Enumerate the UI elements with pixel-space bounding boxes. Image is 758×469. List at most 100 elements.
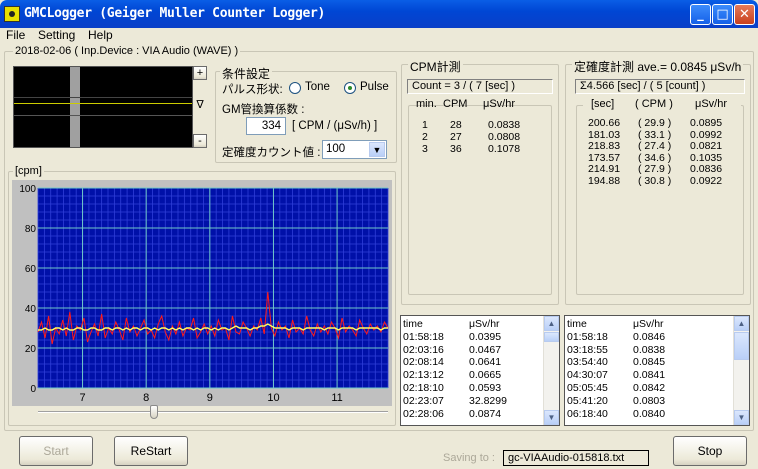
table-row: 06:18:40 0.0840 xyxy=(567,408,733,421)
window-title: GMCLogger (Geiger Muller Counter Logger) xyxy=(24,6,326,21)
table-row: 03:18:55 0.0838 xyxy=(567,344,733,357)
table-row: 01:58:18 0.0846 xyxy=(567,331,733,344)
time-slider-thumb[interactable] xyxy=(150,405,158,419)
time-slider-track xyxy=(38,411,388,413)
table-cell: 194.88 xyxy=(588,174,621,187)
scroll-up-icon[interactable]: ▲ xyxy=(544,316,559,331)
table-cell: 214.91 xyxy=(588,163,621,175)
table-row: 194.88 ( 30.8 ) 0.0922 xyxy=(586,175,744,188)
waveform-scope xyxy=(13,66,193,148)
table-cell: 3 xyxy=(422,143,428,155)
table-row: 02:13:12 0.0665 xyxy=(403,369,543,382)
table-cell: 200.66 xyxy=(588,117,621,129)
table-cell: 02:28:06 xyxy=(403,407,444,420)
table-cell: 0.0840 xyxy=(633,407,666,420)
start-button[interactable]: Start xyxy=(19,436,93,466)
x-tick-label: 9 xyxy=(207,392,213,404)
accuracy-summary: Σ4.566 [sec] / ( 5 [count] ) xyxy=(575,79,745,94)
table-cell: 0.0467 xyxy=(469,343,502,356)
radio-pulse-label[interactable]: Pulse xyxy=(360,81,389,93)
table-cell: 1 xyxy=(422,119,428,131)
accuracy-table-header: [sec] ( CPM ) μSv/hr xyxy=(583,98,741,111)
col-usvh: μSv/hr xyxy=(483,98,516,110)
table-cell: 02:08:14 xyxy=(403,356,444,369)
radio-pulse[interactable] xyxy=(344,82,356,94)
gm-factor-label: GM管換算係数 : xyxy=(222,104,305,116)
accuracy-title: 定確度計測 ave.= 0.0845 μSv/h xyxy=(572,58,744,75)
count-value-selected: 100 xyxy=(326,143,346,155)
log-list-1-scrollbar[interactable]: ▲ ▼ xyxy=(543,316,559,425)
radio-tone[interactable] xyxy=(289,82,301,94)
menu-setting[interactable]: Setting xyxy=(38,28,75,42)
restart-button[interactable]: ReStart xyxy=(114,436,188,466)
close-button[interactable]: ✕ xyxy=(734,4,755,25)
minimize-button[interactable]: _ xyxy=(690,4,711,25)
table-row: 05:41:20 0.0803 xyxy=(567,395,733,408)
table-cell: 36 xyxy=(450,143,462,155)
gm-factor-unit: [ CPM / (μSv/h) ] xyxy=(292,120,378,132)
table-cell: 181.03 xyxy=(588,128,621,141)
table-cell: 0.0874 xyxy=(469,407,502,420)
table-cell: 0.0593 xyxy=(469,382,502,394)
maximize-button[interactable]: □ xyxy=(712,4,733,25)
table-cell: ( 27.4 ) xyxy=(638,140,672,152)
scroll-up-icon[interactable]: ▲ xyxy=(734,316,749,331)
col-min: min. xyxy=(416,98,437,110)
table-row: 04:30:07 0.0841 xyxy=(567,369,733,382)
count-value-select[interactable]: 100 ▼ xyxy=(322,140,387,159)
table-row: 05:05:45 0.0842 xyxy=(567,382,733,395)
list-header-cell: time xyxy=(403,318,423,330)
table-cell: 0.0821 xyxy=(690,140,723,152)
table-cell: 0.0641 xyxy=(469,356,502,369)
cpm-count-display: Count = 3 / ( 7 [sec] ) xyxy=(407,79,553,94)
table-cell: 03:18:55 xyxy=(567,343,608,356)
table-cell: ( 34.6 ) xyxy=(638,151,672,164)
log-list-2[interactable]: time μSv/hr 01:58:18 0.0846 03:18:55 0.0838 03… xyxy=(564,315,750,426)
table-row: 03:54:40 0.0845 xyxy=(567,356,733,369)
x-tick-label: 7 xyxy=(79,392,85,404)
scroll-down-icon[interactable]: ▼ xyxy=(544,410,559,425)
list-header-cell: time xyxy=(567,318,587,330)
table-row: 3 36 0.1078 xyxy=(418,143,548,156)
table-cell: 01:58:18 xyxy=(567,330,608,343)
scroll-thumb[interactable] xyxy=(544,332,559,342)
table-row: 02:08:14 0.0641 xyxy=(403,356,543,369)
table-cell: 0.0922 xyxy=(690,174,723,187)
scroll-down-icon[interactable]: ▼ xyxy=(734,410,749,425)
table-cell: 0.0838 xyxy=(633,343,666,356)
radio-tone-label[interactable]: Tone xyxy=(305,81,330,93)
table-row: 02:23:07 32.8299 xyxy=(403,395,543,408)
list-header-cell: μSv/hr xyxy=(469,318,500,330)
table-row: 02:18:10 0.0593 xyxy=(403,382,543,395)
table-cell: 0.0395 xyxy=(469,330,502,343)
table-row: 02:28:06 0.0874 xyxy=(403,408,543,421)
log-list-2-items: time μSv/hr 01:58:18 0.0846 03:18:55 0.0838 03… xyxy=(567,318,733,423)
y-tick-label: 40 xyxy=(25,304,37,315)
scope-zoom-out-button[interactable]: - xyxy=(193,134,207,148)
table-cell: 0.0992 xyxy=(690,128,723,141)
trigger-marker-icon[interactable]: ∇ xyxy=(193,99,207,113)
gm-factor-input[interactable]: 334 xyxy=(246,117,286,135)
menu-help[interactable]: Help xyxy=(88,28,113,42)
table-cell: 0.0838 xyxy=(488,119,521,131)
count-value-label: 定確度カウント値 : xyxy=(222,147,321,159)
scope-zoom-in-button[interactable]: + xyxy=(193,66,207,80)
dropdown-arrow-icon[interactable]: ▼ xyxy=(369,142,385,157)
menu-file[interactable]: File xyxy=(6,28,25,42)
col-usvh: μSv/hr xyxy=(695,98,728,110)
scroll-thumb[interactable] xyxy=(734,332,749,360)
table-cell: 02:13:12 xyxy=(403,369,444,382)
table-cell: 0.0836 xyxy=(690,163,723,175)
table-cell: 0.0808 xyxy=(488,131,521,143)
log-list-2-scrollbar[interactable]: ▲ ▼ xyxy=(733,316,749,425)
log-list-1[interactable]: time μSv/hr 01:58:18 0.0395 02:03:16 0.0467 02… xyxy=(400,315,560,426)
table-cell: 28 xyxy=(450,119,462,131)
table-cell: ( 27.9 ) xyxy=(638,163,672,175)
pulse-shape-label: パルス形状: xyxy=(222,84,283,96)
saving-label: Saving to : xyxy=(443,452,495,464)
table-cell: ( 33.1 ) xyxy=(638,128,672,141)
stop-button[interactable]: Stop xyxy=(673,436,747,466)
y-tick-label: 20 xyxy=(25,344,37,355)
table-row: 01:58:18 0.0395 xyxy=(403,331,543,344)
table-cell: 0.0841 xyxy=(633,369,666,382)
